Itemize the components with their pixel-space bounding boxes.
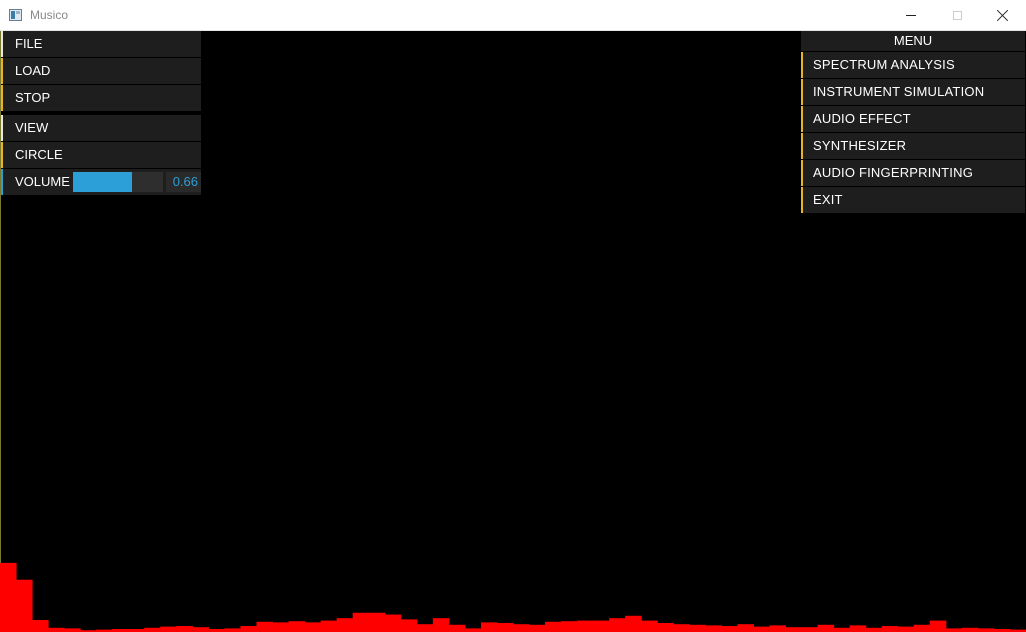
maximize-button[interactable] xyxy=(934,0,980,30)
volume-value[interactable]: 0.66 xyxy=(166,172,201,192)
spectrum-bar xyxy=(0,562,17,632)
spectrum-bar xyxy=(705,625,722,632)
spectrum-bar xyxy=(609,618,626,632)
minimize-button[interactable] xyxy=(888,0,934,30)
spectrum-bar xyxy=(160,626,177,632)
close-icon xyxy=(997,9,1009,21)
spectrum-bar xyxy=(144,627,161,632)
spectrum-bar xyxy=(432,618,450,632)
spectrum-bar xyxy=(593,620,610,632)
menu-item-audio-effect[interactable]: AUDIO EFFECT xyxy=(801,106,1025,132)
spectrum-bar xyxy=(913,624,931,632)
spectrum-bar xyxy=(464,628,482,632)
spectrum-bar xyxy=(673,624,690,632)
spectrum-bar xyxy=(496,622,514,632)
spectrum-bar xyxy=(785,627,803,632)
spectrum-bar xyxy=(352,612,370,632)
menu-item-spectrum-analysis[interactable]: SPECTRUM ANALYSIS xyxy=(801,52,1025,78)
spectrum-bar xyxy=(32,619,49,632)
spectrum-bar xyxy=(625,615,642,632)
spectrum-bar xyxy=(416,624,434,632)
menu-item-instrument-simulation[interactable]: INSTRUMENT SIMULATION xyxy=(801,79,1025,105)
spectrum-bar xyxy=(561,621,578,632)
spectrum-bar xyxy=(929,620,947,632)
menu-item-audio-fingerprinting[interactable]: AUDIO FINGERPRINTING xyxy=(801,160,1025,186)
view-header: VIEW xyxy=(1,115,201,141)
volume-label: VOLUME xyxy=(15,174,70,189)
spectrum-bar xyxy=(192,627,209,632)
spectrum-bar xyxy=(897,626,915,632)
spectrum-bar xyxy=(545,621,562,632)
spectrum-bar xyxy=(881,625,899,632)
spectrum-bar xyxy=(384,614,402,632)
window-title: Musico xyxy=(30,8,69,22)
menu-item-exit[interactable]: EXIT xyxy=(801,187,1025,213)
main-menu: MENU SPECTRUM ANALYSIS INSTRUMENT SIMULA… xyxy=(801,31,1025,214)
file-header: FILE xyxy=(1,31,201,57)
spectrum-bar xyxy=(400,619,418,632)
spectrum-bar xyxy=(176,625,193,632)
spectrum-bar xyxy=(272,622,290,632)
spectrum-bar xyxy=(801,627,819,632)
spectrum-bar xyxy=(368,612,386,632)
spectrum-bar xyxy=(945,628,963,632)
spectrum-bar xyxy=(849,625,867,632)
spectrum-bar xyxy=(320,620,338,632)
spectrum-bar xyxy=(64,628,81,632)
spectrum-bar xyxy=(769,625,787,632)
spectrum-bar xyxy=(48,627,65,632)
spectrum-bar xyxy=(240,625,257,632)
left-control-panel: FILE LOAD STOP VIEW CIRCLE VOLUME 0.66 xyxy=(1,31,201,196)
spectrum-bar xyxy=(657,622,674,632)
spectrum-bar xyxy=(961,627,979,632)
minimize-icon xyxy=(906,14,916,16)
spectrum-bar xyxy=(256,621,274,632)
spectrum-bar xyxy=(865,627,883,632)
volume-slider-fill xyxy=(73,172,133,192)
spectrum-bar xyxy=(16,579,33,632)
spectrum-bar xyxy=(336,618,354,632)
spectrum-bar xyxy=(224,628,241,632)
close-button[interactable] xyxy=(980,0,1026,30)
spectrum-bar xyxy=(641,620,658,632)
spectrum-bar xyxy=(448,624,466,632)
stop-button[interactable]: STOP xyxy=(1,85,201,111)
app-window: Musico FILE LOAD STOP VIEW CIRCLE VOLUME… xyxy=(0,0,1026,632)
menu-item-synthesizer[interactable]: SYNTHESIZER xyxy=(801,133,1025,159)
volume-slider[interactable] xyxy=(73,172,163,192)
spectrum-bar xyxy=(689,624,706,632)
spectrum-bar xyxy=(480,622,498,632)
volume-control: VOLUME 0.66 xyxy=(1,169,201,195)
spectrum-bar xyxy=(833,627,851,632)
spectrum-bar xyxy=(304,622,322,632)
circle-toggle[interactable]: CIRCLE xyxy=(1,142,201,168)
load-button[interactable]: LOAD xyxy=(1,58,201,84)
app-window-icon xyxy=(9,9,22,21)
spectrum-bar xyxy=(577,620,594,632)
spectrum-bar xyxy=(721,625,738,632)
spectrum-bar xyxy=(288,621,306,632)
spectrum-bar xyxy=(737,624,754,632)
maximize-icon xyxy=(952,10,962,20)
spectrum-bar xyxy=(753,626,770,632)
spectrum-bar xyxy=(817,624,835,632)
spectrum-bar xyxy=(529,624,546,632)
spectrum-bar xyxy=(513,624,530,632)
title-bar[interactable]: Musico xyxy=(0,0,1026,31)
spectrum-bar xyxy=(977,628,995,632)
menu-title: MENU xyxy=(801,31,1025,51)
